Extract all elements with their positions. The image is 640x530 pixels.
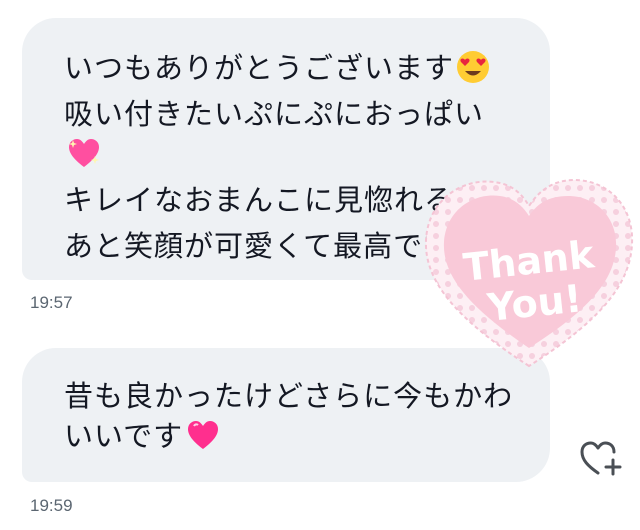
message-timestamp: 19:59 xyxy=(30,496,73,515)
message-line: いいです xyxy=(64,416,550,462)
add-reaction-button[interactable] xyxy=(578,438,624,478)
message-text: いいです xyxy=(64,419,184,453)
message-text: 昔も良かったけどさらに今もかわ xyxy=(64,379,514,413)
message-text: あと笑顔が可愛くて最高です‼ xyxy=(64,229,469,263)
message-text: 吸い付きたいぷにぷにおっぱい xyxy=(64,97,485,131)
heart-eyes-emoji-icon xyxy=(456,50,490,94)
message-line: 吸い付きたいぷにぷにおっぱい xyxy=(64,94,550,134)
message-text: いつもありがとうございます xyxy=(64,51,455,85)
heart-plus-icon xyxy=(580,441,622,476)
pink-heart-icon xyxy=(185,418,221,462)
sparkling-heart-icon xyxy=(66,136,102,180)
message-line: 昔も良かったけどさらに今もかわ xyxy=(64,376,550,416)
message-line: いつもありがとうございます xyxy=(64,48,550,94)
message-timestamp: 19:57 xyxy=(30,293,73,312)
message-text: キレイなおまんこに見惚れる xyxy=(64,183,455,217)
thank-you-sticker: Thank You! xyxy=(418,170,640,370)
